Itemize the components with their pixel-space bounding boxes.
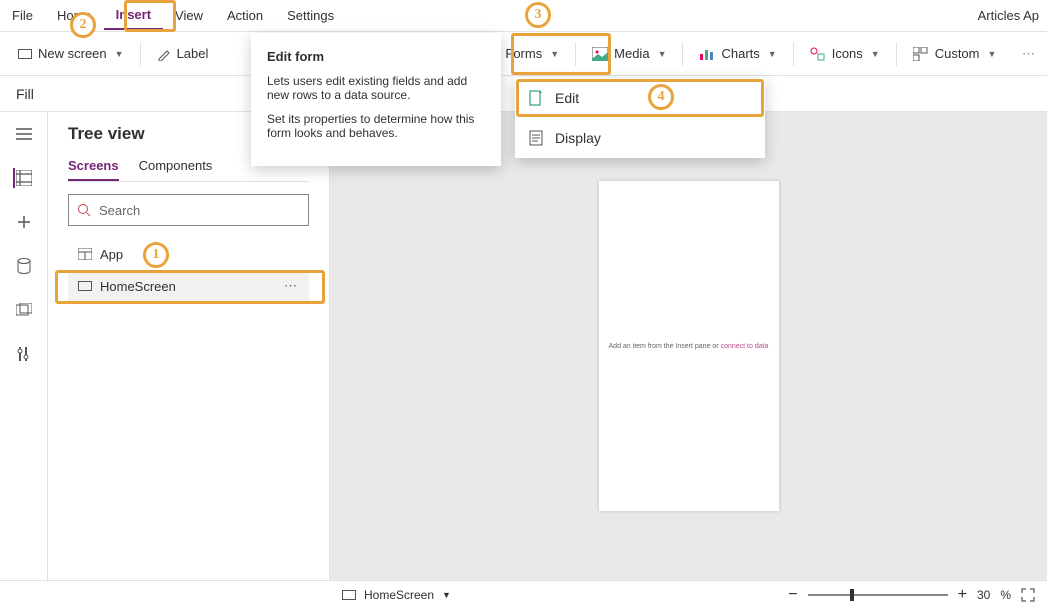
search-placeholder: Search <box>99 203 140 218</box>
rail-data[interactable] <box>14 256 34 276</box>
rail-tree-view[interactable] <box>13 168 33 188</box>
menu-insert[interactable]: Insert <box>104 1 163 30</box>
tree-homescreen-label: HomeScreen <box>100 279 176 294</box>
dropdown-display-label: Display <box>555 130 601 146</box>
main-area: Tree view Screens Components Search App … <box>0 112 1047 580</box>
rail-media[interactable] <box>14 300 34 320</box>
form-edit-icon <box>529 90 543 106</box>
media-label: Media <box>614 46 649 61</box>
icons-label: Icons <box>832 46 863 61</box>
app-icon <box>78 248 92 260</box>
property-label: Fill <box>16 86 34 102</box>
form-display-icon <box>529 130 543 146</box>
zoom-pct: % <box>1000 588 1011 602</box>
status-screen-name[interactable]: HomeScreen <box>364 588 434 602</box>
icons-button[interactable]: Icons ▼ <box>804 42 886 65</box>
search-icon <box>77 203 91 217</box>
tooltip-title: Edit form <box>267 49 485 64</box>
chevron-down-icon[interactable]: ▼ <box>442 590 451 600</box>
canvas[interactable]: Add an item from the Insert pane or conn… <box>330 112 1047 580</box>
separator <box>575 42 576 66</box>
tab-screens[interactable]: Screens <box>68 158 119 181</box>
custom-label: Custom <box>935 46 980 61</box>
dropdown-display[interactable]: Display <box>515 118 765 158</box>
chevron-down-icon: ▼ <box>768 49 777 59</box>
tooltip-p1: Lets users edit existing fields and add … <box>267 74 485 102</box>
menu-home[interactable]: Home <box>45 2 104 29</box>
forms-dropdown: Edit Display <box>515 78 765 158</box>
new-screen-button[interactable]: New screen ▼ <box>12 42 130 65</box>
menu-view[interactable]: View <box>163 2 215 29</box>
insert-toolbar: New screen ▼ Label Forms ▼ Media ▼ Chart… <box>0 32 1047 76</box>
zoom-value: 30 <box>977 588 990 602</box>
rail-advanced[interactable] <box>14 344 34 364</box>
separator <box>682 42 683 66</box>
dropdown-edit[interactable]: Edit <box>515 78 765 118</box>
more-icon[interactable]: ⋯ <box>284 278 309 294</box>
rail-insert[interactable] <box>14 212 34 232</box>
forms-label: Forms <box>505 46 542 61</box>
zoom-out-button[interactable]: − <box>788 586 797 604</box>
screen-preview[interactable]: Add an item from the Insert pane or conn… <box>599 181 779 511</box>
tree-homescreen-node[interactable]: HomeScreen ⋯ <box>68 270 309 302</box>
fit-screen-icon[interactable] <box>1021 588 1035 602</box>
menu-settings[interactable]: Settings <box>275 2 346 29</box>
edit-form-tooltip: Edit form Lets users edit existing field… <box>251 33 501 166</box>
tree-app-label: App <box>100 247 123 262</box>
left-rail <box>0 112 48 580</box>
tooltip-p2: Set its properties to determine how this… <box>267 112 485 140</box>
rail-hamburger[interactable] <box>14 124 34 144</box>
statusbar: HomeScreen ▼ − + 30 % <box>0 580 1047 608</box>
pencil-icon <box>157 47 171 61</box>
tree-app-node[interactable]: App <box>68 238 309 270</box>
tab-components[interactable]: Components <box>139 158 213 181</box>
zoom-slider[interactable] <box>808 594 948 596</box>
chevron-down-icon: ▼ <box>988 49 997 59</box>
grid-icon <box>913 47 929 61</box>
search-input[interactable]: Search <box>68 194 309 226</box>
screen-icon <box>78 281 92 291</box>
custom-button[interactable]: Custom ▼ <box>907 42 1003 65</box>
shapes-icon <box>810 47 826 61</box>
chevron-down-icon: ▼ <box>658 49 667 59</box>
label-button[interactable]: Label <box>151 42 215 65</box>
dropdown-edit-label: Edit <box>555 90 579 106</box>
menu-file[interactable]: File <box>0 2 45 29</box>
separator <box>793 42 794 66</box>
chevron-down-icon: ▼ <box>871 49 880 59</box>
separator <box>140 42 141 66</box>
separator <box>896 42 897 66</box>
zoom-controls: − + 30 % <box>788 586 1035 604</box>
menu-action[interactable]: Action <box>215 2 275 29</box>
image-icon <box>592 47 608 61</box>
empty-hint: Add an item from the Insert pane or conn… <box>609 343 769 350</box>
chevron-down-icon: ▼ <box>115 49 124 59</box>
charts-label: Charts <box>721 46 759 61</box>
connect-to-data-link[interactable]: connect to data <box>719 343 769 350</box>
screen-icon <box>18 49 32 59</box>
overflow-icon[interactable]: ⋯ <box>1022 46 1035 62</box>
tree-view-pane: Tree view Screens Components Search App … <box>48 112 330 580</box>
zoom-in-button[interactable]: + <box>958 586 967 604</box>
chevron-down-icon: ▼ <box>550 49 559 59</box>
menubar: File Home Insert View Action Settings Ar… <box>0 0 1047 32</box>
app-title: Articles Ap <box>978 8 1047 23</box>
label-text: Label <box>177 46 209 61</box>
charts-button[interactable]: Charts ▼ <box>693 42 782 65</box>
chart-icon <box>699 47 715 61</box>
new-screen-label: New screen <box>38 46 107 61</box>
screen-icon <box>342 590 356 600</box>
media-button[interactable]: Media ▼ <box>586 42 672 65</box>
